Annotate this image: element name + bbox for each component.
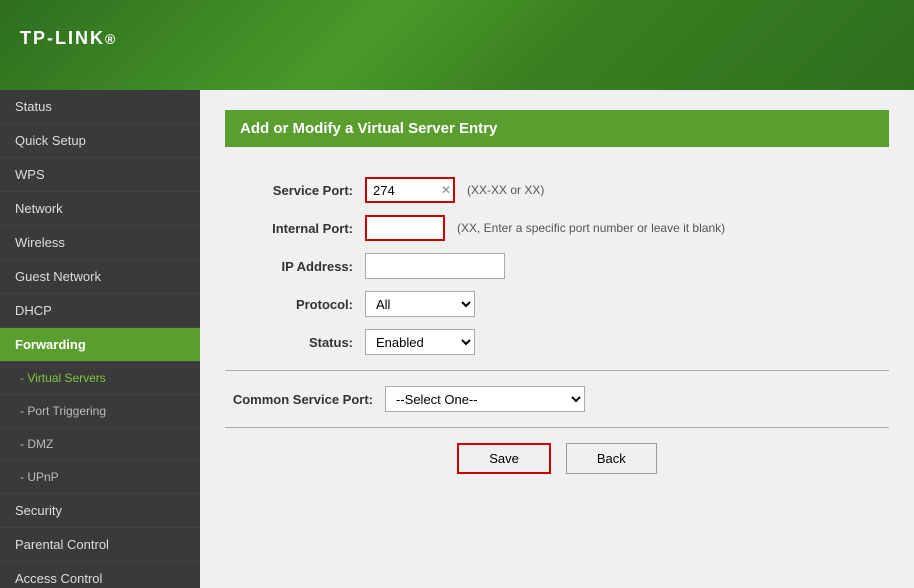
sidebar-item-access-control[interactable]: Access Control xyxy=(0,562,200,588)
logo-text: TP-LINK xyxy=(20,28,105,48)
service-port-wrapper: ✕ (XX-XX or XX) xyxy=(365,177,544,203)
sidebar-item-parental-control[interactable]: Parental Control xyxy=(0,528,200,562)
protocol-select[interactable]: All TCP UDP xyxy=(365,291,475,317)
service-port-clear-button[interactable]: ✕ xyxy=(441,184,451,196)
internal-port-label: Internal Port: xyxy=(225,221,365,236)
ip-address-label: IP Address: xyxy=(225,259,365,274)
ip-address-input[interactable] xyxy=(365,253,505,279)
main-layout: Status Quick Setup WPS Network Wireless … xyxy=(0,90,914,588)
protocol-row: Protocol: All TCP UDP xyxy=(225,291,889,317)
service-port-row: Service Port: ✕ (XX-XX or XX) xyxy=(225,177,889,203)
protocol-label: Protocol: xyxy=(225,297,365,312)
ip-address-row: IP Address: xyxy=(225,253,889,279)
status-row: Status: Enabled Disabled xyxy=(225,329,889,355)
button-row: Save Back xyxy=(225,443,889,474)
common-service-port-select[interactable]: --Select One-- xyxy=(385,386,585,412)
sidebar-item-guest-network[interactable]: Guest Network xyxy=(0,260,200,294)
sidebar-item-security[interactable]: Security xyxy=(0,494,200,528)
sidebar-item-upnp[interactable]: - UPnP xyxy=(0,461,200,494)
logo: TP-LINK® xyxy=(20,24,117,66)
sidebar-item-forwarding[interactable]: Forwarding xyxy=(0,328,200,362)
sidebar-item-virtual-servers[interactable]: - Virtual Servers xyxy=(0,362,200,395)
back-button[interactable]: Back xyxy=(566,443,657,474)
sidebar-item-wireless[interactable]: Wireless xyxy=(0,226,200,260)
internal-port-row: Internal Port: (XX, Enter a specific por… xyxy=(225,215,889,241)
content-area: Add or Modify a Virtual Server Entry Ser… xyxy=(200,90,914,588)
service-port-hint: (XX-XX or XX) xyxy=(467,183,544,197)
divider-2 xyxy=(225,427,889,428)
sidebar-item-network[interactable]: Network xyxy=(0,192,200,226)
status-label: Status: xyxy=(225,335,365,350)
sidebar-item-dhcp[interactable]: DHCP xyxy=(0,294,200,328)
sidebar-item-quick-setup[interactable]: Quick Setup xyxy=(0,124,200,158)
service-port-label: Service Port: xyxy=(225,183,365,198)
sidebar-item-dmz[interactable]: - DMZ xyxy=(0,428,200,461)
sidebar-item-port-triggering[interactable]: - Port Triggering xyxy=(0,395,200,428)
logo-mark: ® xyxy=(105,31,117,47)
sidebar-item-status[interactable]: Status xyxy=(0,90,200,124)
common-service-port-label: Common Service Port: xyxy=(225,392,385,407)
status-select[interactable]: Enabled Disabled xyxy=(365,329,475,355)
service-port-input-container: ✕ xyxy=(365,177,455,203)
save-button[interactable]: Save xyxy=(457,443,551,474)
form-area: Service Port: ✕ (XX-XX or XX) Internal P… xyxy=(225,167,889,484)
sidebar-item-wps[interactable]: WPS xyxy=(0,158,200,192)
sidebar: Status Quick Setup WPS Network Wireless … xyxy=(0,90,200,588)
internal-port-input[interactable] xyxy=(365,215,445,241)
divider-1 xyxy=(225,370,889,371)
internal-port-hint: (XX, Enter a specific port number or lea… xyxy=(457,221,725,235)
internal-port-wrapper: (XX, Enter a specific port number or lea… xyxy=(365,215,725,241)
section-title: Add or Modify a Virtual Server Entry xyxy=(225,110,889,147)
header: TP-LINK® xyxy=(0,0,914,90)
common-service-port-row: Common Service Port: --Select One-- xyxy=(225,386,889,412)
